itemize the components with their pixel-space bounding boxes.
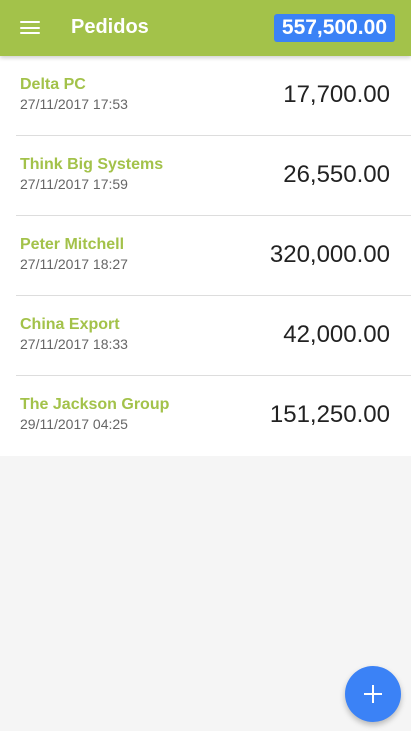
customer-name: Delta PC — [20, 76, 86, 93]
order-list-item[interactable]: Peter Mitchell 27/11/2017 18:27 320,000.… — [16, 216, 411, 296]
order-list-item[interactable]: China Export 27/11/2017 18:33 42,000.00 — [16, 296, 411, 376]
order-date: 27/11/2017 18:27 — [20, 256, 128, 272]
menu-icon-bar — [20, 32, 40, 35]
app-toolbar: Pedidos 557,500.00 — [0, 0, 411, 56]
orders-screen: Pedidos 557,500.00 Delta PC 27/11/2017 1… — [0, 0, 411, 731]
menu-icon-bar — [20, 26, 40, 29]
menu-icon-bar — [20, 21, 40, 24]
customer-name: The Jackson Group — [20, 396, 170, 413]
plus-icon — [364, 685, 382, 703]
order-list: Delta PC 27/11/2017 17:53 17,700.00 Thin… — [0, 56, 411, 456]
order-list-item[interactable]: Think Big Systems 27/11/2017 17:59 26,55… — [16, 136, 411, 216]
order-amount: 320,000.00 — [269, 241, 390, 268]
customer-name: Peter Mitchell — [20, 236, 125, 253]
order-date: 27/11/2017 17:59 — [20, 176, 128, 192]
total-amount-badge: 557,500.00 — [273, 14, 395, 42]
order-amount: 151,250.00 — [269, 401, 390, 428]
page-title: Pedidos — [71, 16, 149, 38]
menu-icon[interactable] — [20, 19, 40, 35]
customer-name: China Export — [20, 316, 120, 333]
order-date: 29/11/2017 04:25 — [20, 416, 128, 432]
order-date: 27/11/2017 18:33 — [20, 336, 128, 352]
add-order-button[interactable] — [345, 666, 401, 722]
order-amount: 42,000.00 — [283, 321, 390, 348]
order-amount: 26,550.00 — [283, 161, 390, 188]
customer-name: Think Big Systems — [20, 156, 164, 173]
order-date: 27/11/2017 17:53 — [20, 96, 128, 112]
order-list-item[interactable]: The Jackson Group 29/11/2017 04:25 151,2… — [16, 376, 411, 456]
order-amount: 17,700.00 — [283, 81, 390, 108]
order-list-item[interactable]: Delta PC 27/11/2017 17:53 17,700.00 — [16, 56, 411, 136]
